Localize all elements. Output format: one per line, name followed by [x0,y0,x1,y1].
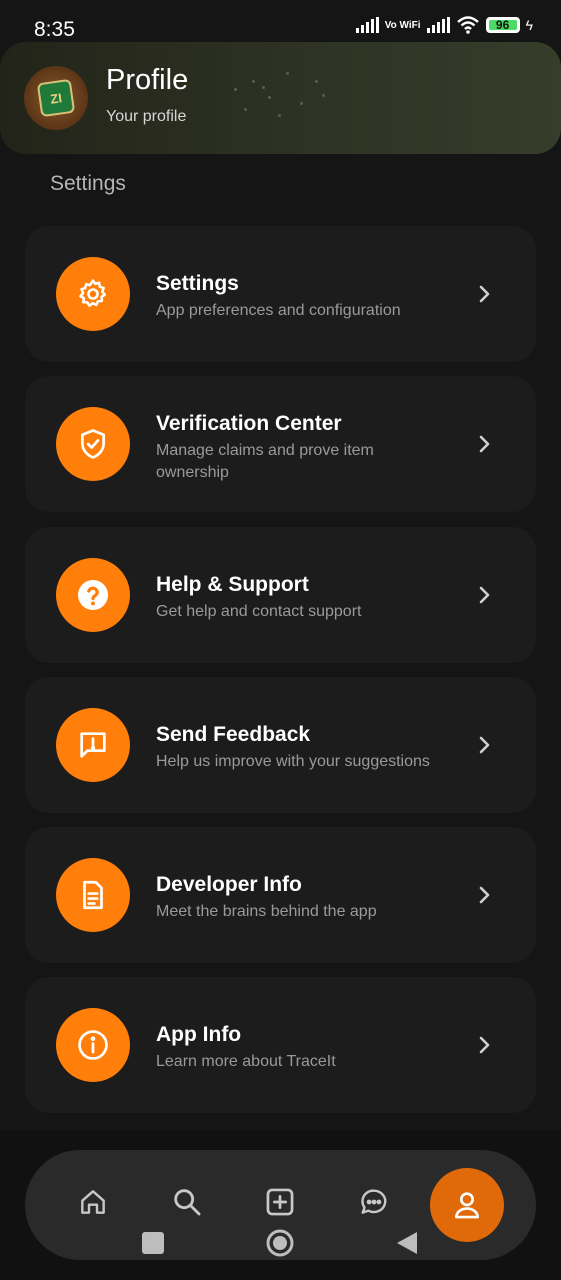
home-icon [81,1190,105,1214]
menu-item-description: Meet the brains behind the app [156,903,377,920]
chevron-right-icon [479,886,490,904]
nav-chat[interactable] [356,1184,392,1220]
shield-check-icon [56,407,130,481]
avatar[interactable]: ZI [24,66,88,130]
profile-header: ZI Profile Your profile [0,42,561,154]
menu-item-description: Learn more about TraceIt [156,1053,336,1070]
menu-item-app-info[interactable]: App Info Learn more about TraceIt [25,977,536,1113]
home-button[interactable] [266,1229,294,1262]
recents-button[interactable] [142,1232,164,1254]
cell-signal-icon [355,17,379,33]
menu-item-description: App preferences and configuration [156,302,401,319]
menu-item-description: Manage claims and prove item ownership [156,442,374,481]
menu-item-description: Help us improve with your suggestions [156,753,430,770]
page-subtitle: Your profile [106,108,187,125]
menu-item-verification-center[interactable]: Verification Center Manage claims and pr… [25,376,536,512]
chevron-right-icon [479,1036,490,1054]
chevron-right-icon [479,285,490,303]
chevron-right-icon [479,586,490,604]
wifi-icon [456,16,479,34]
menu-item-help-support[interactable]: Help & Support Get help and contact supp… [25,527,536,663]
menu-item-title: Verification Center [156,412,342,435]
circle-icon [266,1229,294,1257]
menu-item-title: Settings [156,272,239,295]
menu-item-title: App Info [156,1023,242,1046]
menu-item-title: Developer Info [156,873,302,896]
battery-icon: 96 [485,17,520,33]
nav-search[interactable] [169,1184,205,1220]
charging-icon: ϟ [525,17,533,33]
status-bar: 8:35 Vo WiFi 96 ϟ [0,0,561,42]
help-icon [56,558,130,632]
avatar-logo: ZI [36,78,76,118]
document-icon [56,858,130,932]
menu-item-send-feedback[interactable]: Send Feedback Help us improve with your … [25,677,536,813]
nav-add[interactable] [262,1184,298,1220]
menu-item-settings[interactable]: Settings App preferences and configurati… [25,226,536,362]
add-icon [266,1188,294,1216]
back-triangle-icon [397,1232,417,1254]
cell-signal-2-icon [426,17,450,33]
section-label: Settings [50,172,126,195]
menu-item-title: Send Feedback [156,723,311,746]
chat-icon [361,1189,387,1214]
square-icon [142,1232,164,1254]
vowifi-label: Vo WiFi [384,19,421,31]
nav-home[interactable] [75,1184,111,1220]
page-title: Profile [106,64,189,96]
search-icon [174,1189,201,1216]
nav-profile[interactable] [430,1168,504,1242]
battery-level: 96 [495,18,510,32]
back-button[interactable] [396,1231,418,1260]
chevron-right-icon [479,736,490,754]
profile-icon [455,1192,479,1219]
status-icons: Vo WiFi 96 ϟ [355,16,533,34]
gear-icon [56,257,130,331]
menu-item-developer-info[interactable]: Developer Info Meet the brains behind th… [25,827,536,963]
status-time: 8:35 [34,18,75,41]
feedback-icon [56,708,130,782]
menu-item-description: Get help and contact support [156,603,362,620]
info-icon [56,1008,130,1082]
menu-item-title: Help & Support [156,573,309,596]
chevron-right-icon [479,435,490,453]
